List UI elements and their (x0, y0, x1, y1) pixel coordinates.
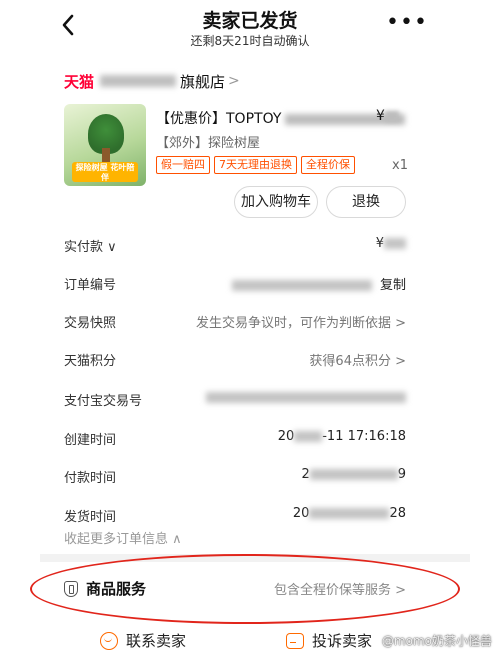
order-number-row: 订单编号 复制 (64, 274, 406, 296)
points-value: 获得64点积分 > (309, 354, 406, 369)
created-time-head: 20 (277, 429, 295, 444)
created-time-row: 创建时间 20 -11 17:16:18 (64, 429, 406, 451)
ship-time-row: 发货时间 20 28 (64, 506, 406, 528)
paid-amount-redacted (384, 238, 406, 249)
tree-trunk (102, 148, 110, 162)
thumb-tag: 探险树屋 花叶陪伴 (72, 162, 138, 182)
alipay-value (206, 390, 406, 405)
ship-time-value: 20 28 (293, 506, 406, 521)
points-label: 天猫积分 (64, 354, 117, 369)
product-thumbnail[interactable]: 探险树屋 花叶陪伴 (64, 104, 146, 186)
service-badges: 假一赔四 7天无理由退换 全程价保 (156, 156, 355, 174)
complain-seller-label: 投诉卖家 (312, 632, 373, 650)
paid-amount-row[interactable]: 实付款 ∨ ¥ (64, 236, 406, 258)
price-redacted (384, 110, 399, 122)
shield-icon (64, 581, 78, 597)
alipay-label: 支付宝交易号 (64, 394, 143, 409)
contact-seller-label: 联系卖家 (126, 632, 187, 650)
section-divider (40, 554, 470, 562)
price-symbol: ¥ (376, 108, 385, 124)
paid-time-tail: 9 (397, 467, 406, 482)
snapshot-label: 交易快照 (64, 316, 117, 331)
alipay-number-redacted (206, 392, 406, 403)
add-to-cart-button[interactable]: 加入购物车 (234, 186, 318, 218)
product-sku: 【郊外】探险树屋 (156, 136, 261, 151)
paid-time-value: 29 (301, 467, 406, 482)
shop-name: 旗舰店 (180, 72, 226, 91)
product-title-text: 【优惠价】TOPTOY (156, 111, 282, 127)
order-number-label: 订单编号 (64, 278, 117, 293)
created-time-tail: -11 17:16:18 (322, 429, 406, 444)
tmall-logo: 天猫 (64, 72, 95, 91)
badge-fake-compensation: 假一赔四 (156, 156, 210, 174)
complaint-icon (286, 632, 304, 649)
created-time-label: 创建时间 (64, 433, 117, 448)
contact-seller-button[interactable]: 联系卖家 (100, 630, 186, 651)
ship-time-label: 发货时间 (64, 510, 117, 525)
complain-seller-button[interactable]: 投诉卖家 (286, 630, 372, 651)
paid-amount-value: ¥ (376, 236, 406, 251)
badge-price-protect: 全程价保 (301, 156, 355, 174)
shop-name-redacted (100, 75, 177, 87)
paid-time-redacted (309, 469, 398, 480)
badge-7day-return: 7天无理由退换 (214, 156, 297, 174)
snapshot-value: 发生交易争议时，可作为判断依据 > (195, 316, 406, 331)
paid-time-head: 2 (301, 467, 310, 482)
shop-header[interactable]: 天猫 旗舰店 > (64, 70, 240, 92)
chat-face-icon (100, 631, 118, 650)
ship-time-tail: 28 (389, 506, 406, 521)
product-service-row[interactable]: 商品服务 包含全程价保等服务 > (64, 578, 406, 600)
bottom-action-bar: 联系卖家 投诉卖家 @momo奶茶小怪兽 (0, 624, 500, 661)
refund-button[interactable]: 退换 (326, 186, 406, 218)
top-bar: 卖家已发货 还剩8天21时自动确认 ••• (0, 0, 500, 52)
watermark-text: @momo奶茶小怪兽 (381, 634, 492, 648)
order-number-redacted (231, 280, 372, 291)
paid-time-row: 付款时间 29 (64, 467, 406, 489)
more-dots-icon[interactable]: ••• (386, 10, 428, 35)
created-time-redacted (294, 431, 323, 442)
snapshot-row[interactable]: 交易快照 发生交易争议时，可作为判断依据 > (64, 312, 406, 334)
chevron-right-icon: > (228, 73, 240, 89)
copy-button[interactable]: 复制 (380, 278, 406, 293)
created-time-value: 20 -11 17:16:18 (278, 429, 406, 444)
order-number-value: 复制 (231, 274, 406, 293)
paid-time-label: 付款时间 (64, 471, 117, 486)
product-quantity: x1 (392, 158, 408, 173)
collapse-order-info-link[interactable]: 收起更多订单信息 ∧ (64, 528, 182, 547)
product-price: ¥ (376, 108, 399, 124)
product-title[interactable]: 【优惠价】TOPTOY (156, 108, 406, 128)
paid-amount-symbol: ¥ (375, 236, 384, 251)
paid-amount-label: 实付款 ∨ (64, 240, 117, 255)
ship-time-head: 20 (292, 506, 310, 521)
product-service-value: 包含全程价保等服务 > (273, 583, 406, 598)
product-service-label: 商品服务 (86, 580, 147, 598)
alipay-row: 支付宝交易号 (64, 390, 406, 412)
points-row[interactable]: 天猫积分 获得64点积分 > (64, 350, 406, 372)
ship-time-redacted (309, 508, 390, 519)
